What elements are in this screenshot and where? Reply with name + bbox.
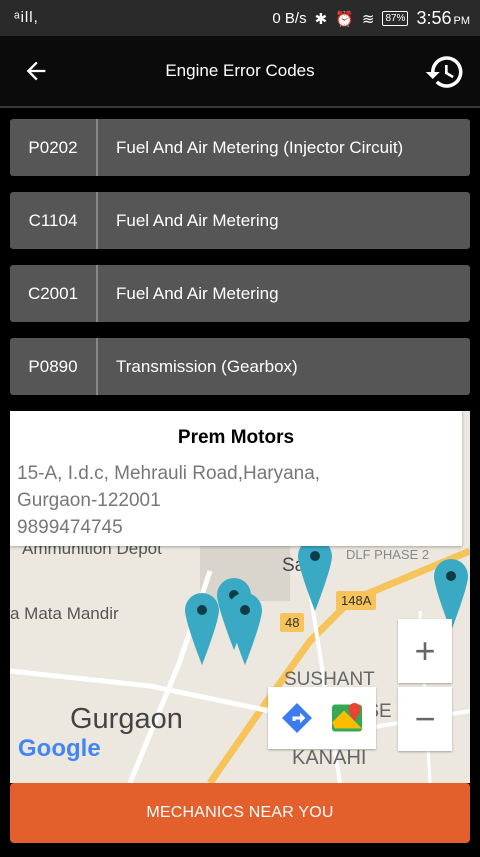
shop-address: 15-A, I.d.c, Mehrauli Road,Haryana, Gurg… [17, 460, 320, 541]
bottom-spacer [0, 843, 480, 857]
battery-indicator: 87% [382, 11, 409, 26]
clock: 3:56 PM [416, 8, 470, 29]
map-toolbar [268, 687, 376, 749]
status-bar: ᵃill, 0 B/s ✱ ⏰ ≋ 87% 3:56 PM [0, 0, 480, 36]
error-description: Fuel And Air Metering [116, 283, 279, 303]
page-title: Engine Error Codes [165, 61, 315, 80]
error-code-list: P0202 Fuel And Air Metering (Injector Ci… [10, 119, 470, 411]
map-label-gurgaon: Gurgaon [70, 703, 183, 735]
net-speed: 0 B/s [272, 10, 307, 27]
error-code-row[interactable]: C2001 Fuel And Air Metering [10, 265, 470, 322]
address-line-2: Gurgaon-122001 [17, 490, 161, 511]
error-code-row[interactable]: P0890 Transmission (Gearbox) [10, 338, 470, 395]
map-label-mata-mandir: a Mata Mandir [10, 604, 119, 623]
history-icon[interactable] [424, 51, 466, 93]
google-maps-icon[interactable] [329, 700, 365, 736]
error-code-row[interactable]: C1104 Fuel And Air Metering [10, 192, 470, 249]
status-right: 0 B/s ✱ ⏰ ≋ 87% 3:56 PM [272, 8, 470, 29]
google-logo: Google [18, 735, 101, 762]
clock-ampm: PM [453, 15, 471, 27]
error-code: P0890 [10, 338, 98, 395]
app-bar: Engine Error Codes [0, 36, 480, 106]
directions-icon[interactable] [279, 700, 315, 736]
shop-name: Prem Motors [177, 427, 295, 448]
map-label-dlf: DLF PHASE 2 [346, 547, 430, 562]
road-shield-48: 48 [280, 613, 305, 632]
map-view[interactable]: Ammunition Depot a Mata Mandir Gurgaon S… [10, 411, 470, 783]
map-info-window[interactable]: Prem Motors 15-A, I.d.c, Mehrauli Road,H… [10, 411, 462, 546]
zoom-in-button[interactable]: + [398, 619, 452, 683]
road-shield-148a: 148A [336, 591, 377, 610]
map-label-kanahi: KANAHI [292, 747, 367, 769]
wifi-icon: ≋ [361, 10, 375, 28]
zoom-out-button[interactable]: − [398, 687, 452, 751]
error-code-row[interactable]: P0202 Fuel And Air Metering (Injector Ci… [10, 119, 470, 176]
mechanics-near-you-button[interactable]: MECHANICS NEAR YOU [10, 783, 470, 843]
header-divider [0, 106, 480, 108]
map-pin-icon[interactable] [228, 593, 262, 665]
error-code: C1104 [10, 192, 98, 249]
error-code: C2001 [10, 265, 98, 322]
clock-time: 3:56 [416, 8, 452, 28]
error-description: Transmission (Gearbox) [116, 356, 298, 376]
map-pin-icon[interactable] [185, 593, 219, 665]
bluetooth-icon: ✱ [314, 10, 328, 28]
alarm-icon: ⏰ [335, 10, 354, 28]
error-description: Fuel And Air Metering (Injector Circuit) [116, 137, 404, 157]
address-line-1: 15-A, I.d.c, Mehrauli Road,Haryana, [17, 463, 321, 484]
error-code: P0202 [10, 119, 98, 176]
map-pin-icon[interactable] [298, 539, 332, 611]
signal-indicator: ᵃill, [14, 9, 39, 26]
shop-phone[interactable]: 9899474745 [17, 514, 320, 541]
error-description: Fuel And Air Metering [116, 210, 279, 230]
